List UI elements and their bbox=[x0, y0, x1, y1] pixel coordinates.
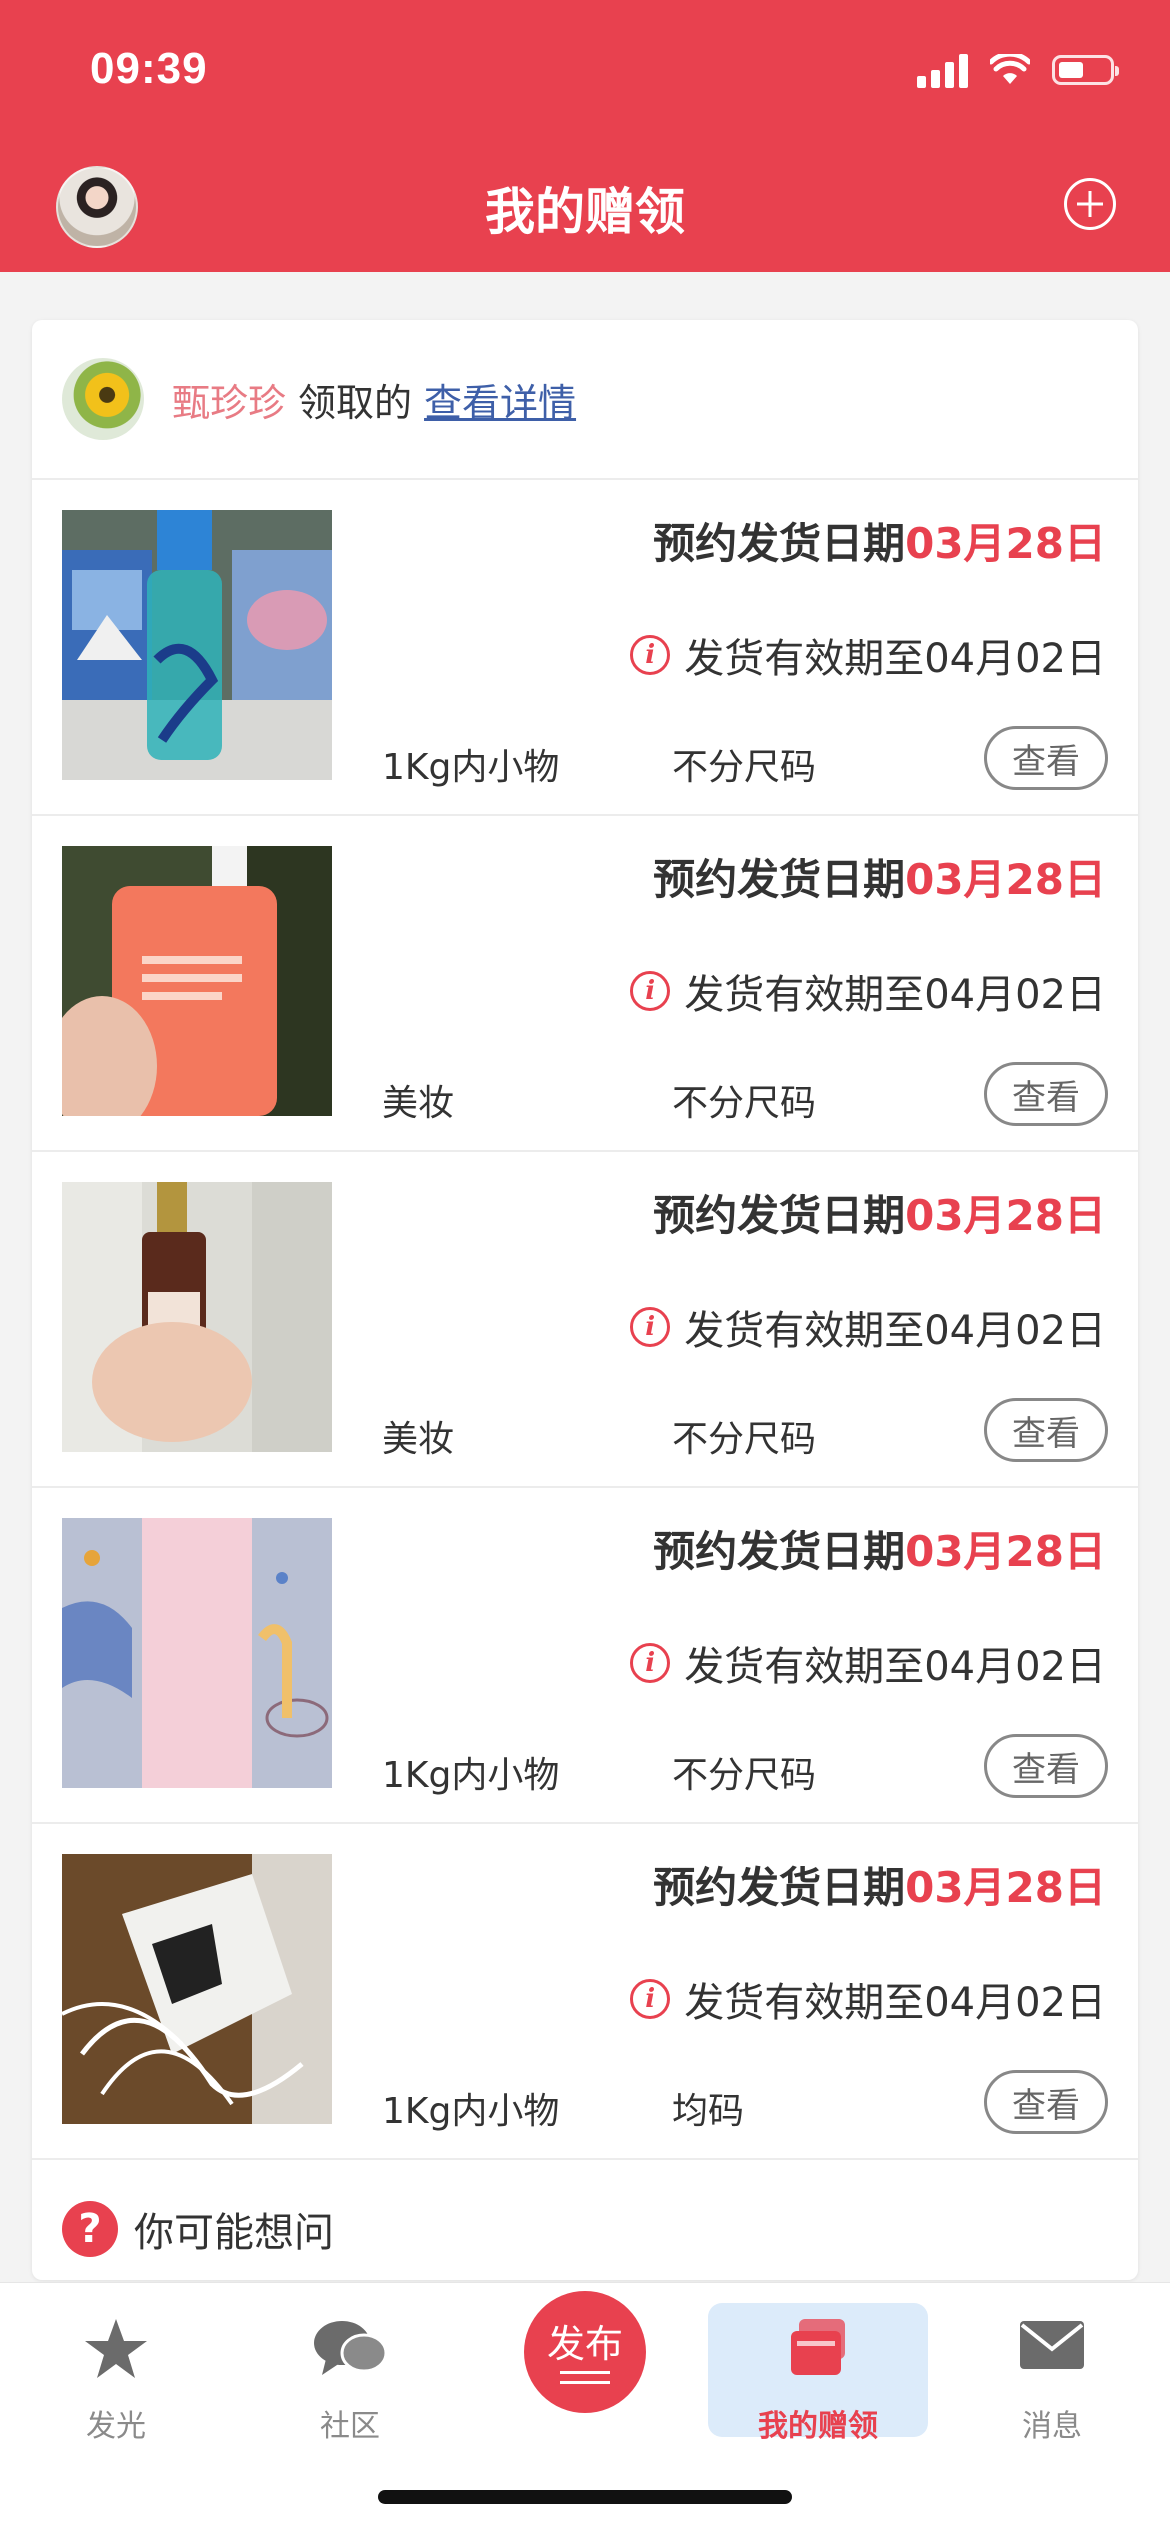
status-time: 09:39 bbox=[90, 44, 208, 93]
ship-date: 预约发货日期03月28日 bbox=[653, 1527, 1106, 1576]
valid-period: i 发货有效期至04月02日 bbox=[630, 626, 1106, 684]
item-thumbnail-4[interactable] bbox=[62, 1518, 332, 1788]
item-size: 不分尺码 bbox=[672, 747, 817, 788]
valid-period: i 发货有效期至04月02日 bbox=[630, 1298, 1106, 1356]
chat-icon bbox=[314, 2321, 388, 2375]
item-category: 美妆 bbox=[382, 1083, 455, 1124]
item-category: 1Kg内小物 bbox=[382, 1755, 560, 1796]
header-bar: 09:39 我的赠领 bbox=[0, 0, 1170, 272]
item-thumbnail-5[interactable] bbox=[62, 1854, 332, 2124]
list-item[interactable]: 预约发货日期03月28日 i 发货有效期至04月02日 美妆 不分尺码 查看 bbox=[32, 816, 1138, 1152]
gift-cards-icon bbox=[791, 2319, 845, 2375]
recipient-action: 领取的 bbox=[298, 380, 413, 425]
ship-date: 预约发货日期03月28日 bbox=[653, 1191, 1106, 1240]
ship-date: 预约发货日期03月28日 bbox=[653, 519, 1106, 568]
item-category: 1Kg内小物 bbox=[382, 2091, 560, 2132]
battery-icon bbox=[1052, 55, 1119, 85]
signal-icon bbox=[917, 52, 968, 88]
view-button[interactable]: 查看 bbox=[984, 726, 1108, 790]
info-icon: i bbox=[630, 1979, 671, 2019]
info-icon: i bbox=[630, 635, 671, 675]
gift-card: 甄珍珍 领取的 查看详情 预约发货日期03月28日 i 发货有效期至04月02日 … bbox=[32, 320, 1138, 2280]
view-button[interactable]: 查看 bbox=[984, 1062, 1108, 1126]
recipient-row: 甄珍珍 领取的 查看详情 bbox=[32, 320, 1138, 480]
info-icon: i bbox=[630, 1643, 671, 1683]
item-thumbnail-1[interactable] bbox=[62, 510, 332, 780]
recipient-name[interactable]: 甄珍珍 bbox=[172, 372, 286, 427]
ship-date: 预约发货日期03月28日 bbox=[653, 1863, 1106, 1912]
valid-period: i 发货有效期至04月02日 bbox=[630, 1970, 1106, 2028]
publish-icon bbox=[560, 2371, 610, 2391]
item-size: 不分尺码 bbox=[672, 1755, 817, 1796]
item-size: 不分尺码 bbox=[672, 1083, 817, 1124]
star-icon bbox=[85, 2319, 147, 2378]
view-button[interactable]: 查看 bbox=[984, 1734, 1108, 1798]
item-size: 均码 bbox=[672, 2091, 745, 2132]
item-thumbnail-3[interactable] bbox=[62, 1182, 332, 1452]
faq-row[interactable]: ? 你可能想问 bbox=[62, 2200, 334, 2258]
valid-period: i 发货有效期至04月02日 bbox=[630, 1634, 1106, 1692]
list-item[interactable]: 预约发货日期03月28日 i 发货有效期至04月02日 美妆 不分尺码 查看 bbox=[32, 1152, 1138, 1488]
question-icon: ? bbox=[62, 2201, 118, 2257]
status-icons bbox=[917, 52, 1119, 88]
add-icon[interactable] bbox=[1064, 178, 1116, 230]
publish-label: 发布 bbox=[546, 2322, 623, 2366]
list-item[interactable]: 预约发货日期03月28日 i 发货有效期至04月02日 1Kg内小物 不分尺码 查… bbox=[32, 1488, 1138, 1824]
info-icon: i bbox=[630, 971, 671, 1011]
recipient-avatar[interactable] bbox=[62, 358, 144, 440]
mail-icon bbox=[1020, 2321, 1084, 2369]
item-category: 美妆 bbox=[382, 1419, 455, 1460]
tab-community[interactable]: 社区 bbox=[240, 2303, 460, 2444]
valid-period: i 发货有效期至04月02日 bbox=[630, 962, 1106, 1020]
wifi-icon bbox=[990, 54, 1030, 84]
tab-messages[interactable]: 消息 bbox=[942, 2303, 1162, 2444]
home-indicator bbox=[378, 2490, 792, 2504]
view-button[interactable]: 查看 bbox=[984, 1398, 1108, 1462]
list-item[interactable]: 预约发货日期03月28日 i 发货有效期至04月02日 1Kg内小物 均码 查看 bbox=[32, 1824, 1138, 2160]
view-details-link[interactable]: 查看详情 bbox=[424, 372, 576, 427]
item-size: 不分尺码 bbox=[672, 1419, 817, 1460]
tab-my-gifts[interactable]: 我的赠领 bbox=[708, 2303, 928, 2444]
ship-date: 预约发货日期03月28日 bbox=[653, 855, 1106, 904]
item-thumbnail-2[interactable] bbox=[62, 846, 332, 1116]
info-icon: i bbox=[630, 1307, 671, 1347]
page-title: 我的赠领 bbox=[485, 183, 685, 241]
list-item[interactable]: 预约发货日期03月28日 i 发货有效期至04月02日 1Kg内小物 不分尺码 查… bbox=[32, 480, 1138, 816]
publish-button[interactable]: 发布 bbox=[524, 2291, 646, 2413]
tab-glow[interactable]: 发光 bbox=[6, 2303, 226, 2444]
item-category: 1Kg内小物 bbox=[382, 747, 560, 788]
faq-label: 你可能想问 bbox=[134, 2210, 334, 2256]
view-button[interactable]: 查看 bbox=[984, 2070, 1108, 2134]
